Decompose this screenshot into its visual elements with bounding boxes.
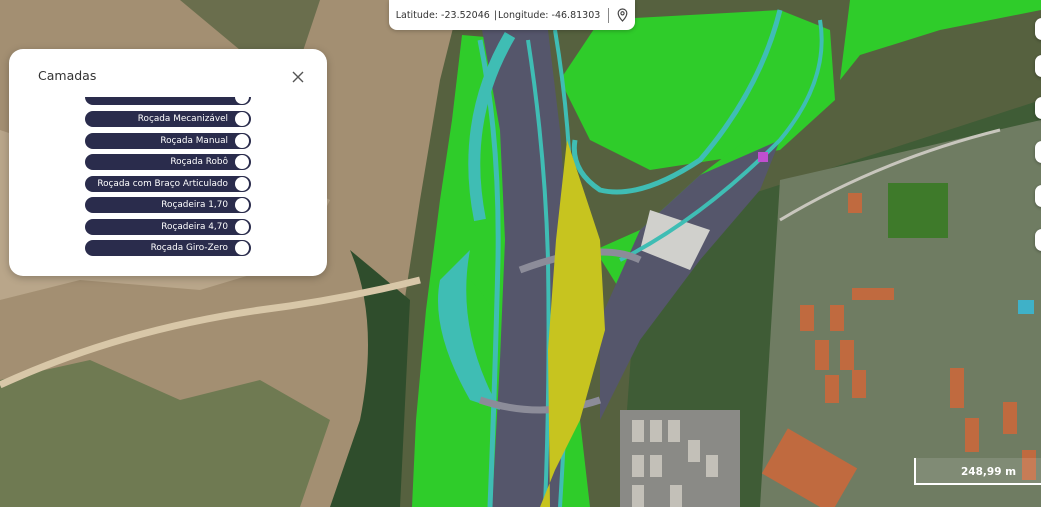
swimming-pool: [1018, 300, 1034, 314]
layer-label: Roçada Giro-Zero: [150, 243, 228, 253]
map-control-button[interactable]: [1035, 18, 1041, 40]
map-control-button[interactable]: [1035, 55, 1041, 77]
map-control-button[interactable]: [1035, 229, 1041, 251]
map-control-button[interactable]: [1035, 97, 1041, 119]
scale-label: 248,99 m: [961, 466, 1017, 478]
layers-panel: Camadas Roçada Mecanizável Roçada Manual…: [9, 49, 327, 276]
layer-toggle[interactable]: Roçada Giro-Zero: [85, 240, 251, 256]
toggle-knob[interactable]: [235, 241, 249, 255]
layer-toggle[interactable]: Roçadeira 4,70: [85, 219, 251, 235]
latitude-label: Latitude:: [395, 9, 439, 21]
marker-purple: [758, 152, 768, 162]
panel-title: Camadas: [38, 68, 97, 83]
map-control-button[interactable]: [1035, 185, 1041, 207]
divider: [608, 7, 610, 23]
layer-label: Roçada Manual: [160, 136, 228, 146]
layer-label: Roçadeira 1,70: [161, 200, 228, 210]
layer-toggle[interactable]: [85, 97, 251, 105]
longitude-value: -46.81303: [551, 9, 601, 21]
latitude-value: -23.52046: [441, 9, 490, 21]
coordinate-separator: |: [493, 9, 498, 21]
map-pin-icon[interactable]: [617, 8, 628, 22]
layer-toggle[interactable]: Roçada Manual: [85, 133, 251, 149]
scale-bar: 248,99 m: [914, 458, 1041, 485]
layer-label: Roçada com Braço Articulado: [97, 179, 228, 189]
layer-label: Roçadeira 4,70: [161, 222, 228, 232]
toggle-knob[interactable]: [235, 220, 249, 234]
toggle-knob[interactable]: [235, 198, 249, 212]
toggle-knob[interactable]: [235, 155, 249, 169]
longitude-label: Longitude:: [498, 9, 549, 21]
coordinates-bar: Latitude: -23.52046 | Longitude: -46.8130…: [389, 0, 635, 30]
layer-label: Roçada Mecanizável: [137, 114, 228, 124]
map-control-button[interactable]: [1035, 141, 1041, 163]
layer-toggle[interactable]: Roçadeira 1,70: [85, 197, 251, 213]
toggle-knob[interactable]: [235, 134, 249, 148]
toggle-knob[interactable]: [235, 97, 249, 104]
layer-label: Roçada Robô: [170, 157, 228, 167]
sports-field: [888, 183, 948, 238]
close-icon[interactable]: [291, 69, 305, 83]
toggle-knob[interactable]: [235, 112, 249, 126]
scale-tick: [914, 458, 916, 485]
layer-toggle[interactable]: Roçada Mecanizável: [85, 111, 251, 127]
layer-toggle[interactable]: Roçada Robô: [85, 154, 251, 170]
layer-list[interactable]: Roçada Mecanizável Roçada Manual Roçada …: [85, 97, 251, 262]
toggle-knob[interactable]: [235, 177, 249, 191]
layer-toggle[interactable]: Roçada com Braço Articulado: [85, 176, 251, 192]
scale-baseline: [914, 483, 1041, 485]
